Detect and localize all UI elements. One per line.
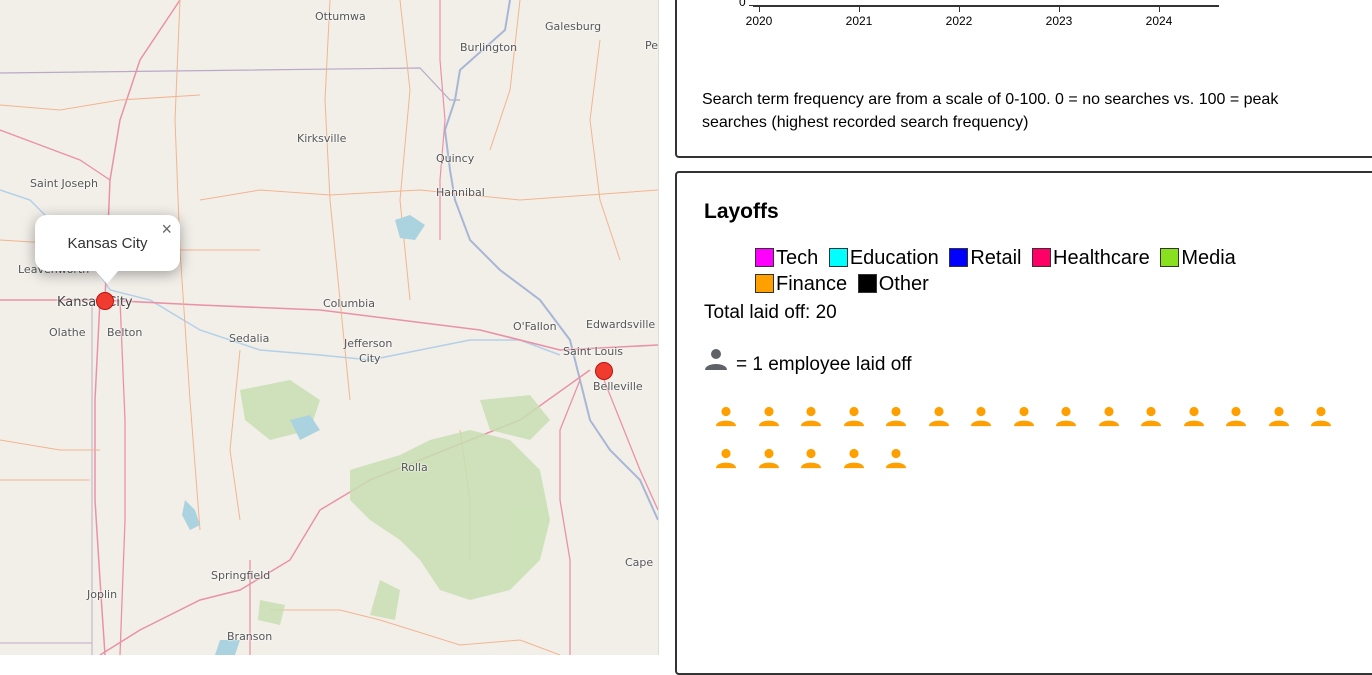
- person-icon: [885, 406, 928, 448]
- x-tick-label-2023: 2023: [1045, 14, 1073, 28]
- person-icon: [885, 448, 928, 490]
- legend-label: Healthcare: [1053, 247, 1150, 269]
- person-icon: [800, 448, 843, 490]
- person-icon: [758, 448, 801, 490]
- search-trend-card: 0 2020 2021 2022 2023 2024 Search term f…: [675, 0, 1372, 158]
- person-icon: [1055, 406, 1098, 448]
- map-city-label: Pe: [645, 39, 659, 52]
- legend-label: Finance: [776, 273, 848, 295]
- legend-item-finance: Finance: [755, 271, 847, 297]
- person-icon: [970, 406, 1013, 448]
- legend-swatch: [1160, 248, 1180, 267]
- legend-item-media: Media: [1160, 245, 1236, 271]
- y-tick-label: 0: [739, 0, 746, 9]
- map-city-label: Joplin: [87, 588, 118, 601]
- popup-text: Kansas City: [67, 235, 148, 252]
- search-frequency-note: Search term frequency are from a scale o…: [702, 91, 1279, 131]
- trend-chart-axis: 0 2020 2021 2022 2023 2024: [677, 0, 1372, 42]
- layoffs-legend: Tech Education Retail Healthcare Media F…: [755, 245, 1315, 297]
- legend-swatch: [1032, 248, 1052, 267]
- map-city-label: Kansas City: [57, 295, 133, 310]
- person-icon: [715, 448, 758, 490]
- person-icon: [1183, 406, 1226, 448]
- total-laid-off: Total laid off: 20: [704, 302, 837, 323]
- info-panel: 0 2020 2021 2022 2023 2024 Search term f…: [659, 0, 1372, 675]
- legend-swatch: [828, 248, 848, 267]
- person-icon: [758, 406, 801, 448]
- legend-swatch: [755, 274, 774, 293]
- map-city-label: Belleville: [593, 380, 643, 393]
- layoffs-card: Layoffs Tech Education Retail Healthcare…: [675, 171, 1372, 675]
- legend-swatch: [755, 248, 774, 267]
- map-popup: Kansas City ×: [35, 215, 180, 284]
- map-city-label: Branson: [227, 630, 273, 643]
- person-icon: [715, 406, 758, 448]
- person-icon: [1310, 406, 1353, 448]
- legend-label: Education: [849, 247, 939, 269]
- person-icon: [1098, 406, 1141, 448]
- layoffs-title: Layoffs: [704, 200, 779, 223]
- person-icon: [1140, 406, 1183, 448]
- person-icon: [843, 406, 886, 448]
- map-city-label: Quincy: [436, 152, 475, 165]
- map-city-label: Kirksville: [297, 132, 347, 145]
- map[interactable]: Ottumwa Burlington Galesburg Pe Kirksville Qu…: [0, 0, 659, 655]
- map-city-label: Columbia: [323, 297, 375, 310]
- map-city-label: Sedalia: [229, 332, 270, 345]
- x-tick: [959, 5, 960, 12]
- x-tick-label-2020: 2020: [745, 14, 773, 28]
- map-city-label: Saint Louis: [563, 345, 623, 358]
- person-icon: [928, 406, 971, 448]
- map-city-label: Burlington: [460, 41, 518, 54]
- legend-swatch: [857, 274, 877, 293]
- legend-item-education: Education: [828, 245, 939, 271]
- person-icon: [800, 406, 843, 448]
- map-city-label: Galesburg: [545, 20, 602, 33]
- map-marker-saint-louis[interactable]: [595, 362, 613, 380]
- x-axis-line: [753, 5, 1219, 7]
- legend-label: Other: [878, 273, 929, 295]
- icon-key: = 1 employee laid off: [704, 348, 912, 378]
- person-icon: [704, 348, 728, 378]
- x-tick-label-2024: 2024: [1145, 14, 1173, 28]
- map-city-label: Belton: [107, 326, 143, 339]
- map-city-label: Springfield: [211, 569, 271, 582]
- x-tick-label-2022: 2022: [945, 14, 973, 28]
- legend-swatch: [949, 248, 969, 267]
- map-tiles: [0, 0, 658, 655]
- person-icon: [843, 448, 886, 490]
- map-city-label: Ottumwa: [315, 10, 366, 23]
- map-city-label: Hannibal: [436, 186, 485, 199]
- icon-key-label: = 1 employee laid off: [736, 354, 912, 375]
- legend-item-healthcare: Healthcare: [1032, 245, 1150, 271]
- x-tick: [859, 5, 860, 12]
- map-city-label: Jefferson: [344, 337, 393, 350]
- person-icon: [1268, 406, 1311, 448]
- close-icon[interactable]: ×: [161, 220, 172, 238]
- legend-item-retail: Retail: [949, 245, 1021, 271]
- x-tick-label-2021: 2021: [845, 14, 873, 28]
- layoff-icons-grid: [715, 406, 1355, 490]
- x-tick: [759, 5, 760, 12]
- map-marker-kansas-city[interactable]: [96, 292, 114, 310]
- map-city-label: Rolla: [401, 461, 428, 474]
- legend-label: Media: [1181, 247, 1236, 269]
- map-city-label: Edwardsville: [586, 318, 656, 331]
- legend-item-tech: Tech: [755, 245, 818, 271]
- person-icon: [1013, 406, 1056, 448]
- legend-label: Tech: [776, 247, 819, 269]
- map-city-label: O'Fallon: [513, 320, 557, 333]
- legend-item-other: Other: [857, 271, 929, 297]
- map-city-label: Olathe: [49, 326, 86, 339]
- x-tick: [1159, 5, 1160, 12]
- map-city-label: Saint Joseph: [30, 177, 98, 190]
- legend-label: Retail: [970, 247, 1022, 269]
- map-city-label: Cape: [625, 556, 654, 569]
- map-city-label: City: [359, 352, 381, 365]
- popup-tip: [95, 270, 119, 284]
- x-tick: [1059, 5, 1060, 12]
- person-icon: [1225, 406, 1268, 448]
